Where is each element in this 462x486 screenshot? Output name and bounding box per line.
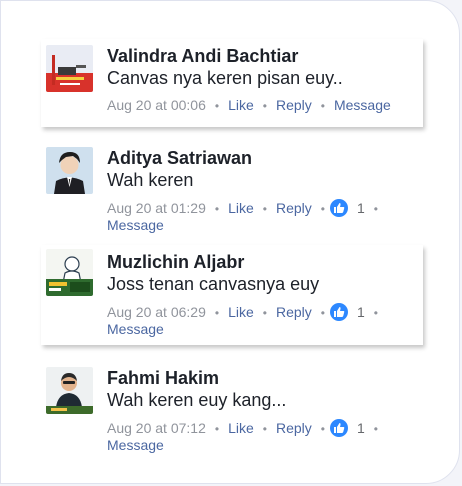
separator-dot: •: [373, 306, 378, 320]
separator-dot: •: [320, 99, 325, 113]
avatar[interactable]: [46, 249, 93, 296]
reply-link[interactable]: Reply: [276, 97, 312, 113]
comment-item: Valindra Andi Bachtiar Canvas nya keren …: [41, 39, 423, 127]
comment-text: Wah keren: [107, 170, 194, 190]
separator-dot: •: [214, 202, 220, 216]
comment-timestamp[interactable]: Aug 20 at 06:29: [107, 304, 206, 320]
separator-dot: •: [214, 422, 220, 436]
separator-dot: •: [214, 99, 220, 113]
separator-dot: •: [373, 202, 378, 216]
comment-item: Aditya Satriawan Wah keren Aug 20 at 01:…: [41, 141, 423, 241]
comment-actions: Aug 20 at 07:12 • Like • Reply • 1 • Message: [107, 419, 423, 453]
comment-actions: Aug 20 at 01:29 • Like • Reply • 1 • Message: [107, 199, 423, 233]
separator-dot: •: [214, 306, 220, 320]
reaction-count[interactable]: 1: [357, 304, 365, 320]
comment-text: Wah keren euy kang...: [107, 390, 287, 410]
comment-timestamp[interactable]: Aug 20 at 01:29: [107, 200, 206, 216]
message-link[interactable]: Message: [107, 217, 164, 233]
avatar[interactable]: [46, 367, 93, 414]
thumbs-up-icon[interactable]: [329, 303, 348, 321]
reply-link[interactable]: Reply: [276, 420, 312, 436]
message-link[interactable]: Message: [334, 97, 391, 113]
separator-dot: •: [320, 306, 325, 320]
comment-item: Fahmi Hakim Wah keren euy kang... Aug 20…: [41, 361, 423, 461]
thumbs-up-icon[interactable]: [329, 419, 348, 437]
comment-author[interactable]: Aditya Satriawan: [107, 148, 252, 169]
comment-author[interactable]: Muzlichin Aljabr: [107, 252, 244, 273]
comment-timestamp[interactable]: Aug 20 at 00:06: [107, 97, 206, 113]
comment-author[interactable]: Fahmi Hakim: [107, 368, 219, 389]
like-link[interactable]: Like: [228, 304, 254, 320]
message-link[interactable]: Message: [107, 321, 164, 337]
comment-item: Muzlichin Aljabr Joss tenan canvasnya eu…: [41, 245, 423, 345]
comment-text: Canvas nya keren pisan euy..: [107, 68, 343, 88]
message-link[interactable]: Message: [107, 437, 164, 453]
separator-dot: •: [262, 306, 267, 320]
comment-timestamp[interactable]: Aug 20 at 07:12: [107, 420, 206, 436]
separator-dot: •: [262, 202, 267, 216]
like-link[interactable]: Like: [228, 420, 254, 436]
comment-actions: Aug 20 at 00:06 • Like • Reply • Message: [107, 97, 423, 114]
reply-link[interactable]: Reply: [276, 304, 312, 320]
separator-dot: •: [262, 422, 267, 436]
separator-dot: •: [373, 422, 378, 436]
thumbs-up-icon[interactable]: [329, 199, 348, 217]
profile-photo-icon: [46, 147, 93, 194]
separator-dot: •: [320, 202, 325, 216]
avatar[interactable]: [46, 45, 93, 92]
separator-dot: •: [262, 99, 267, 113]
profile-photo-icon: [46, 45, 93, 92]
profile-photo-icon: [46, 367, 93, 414]
separator-dot: •: [320, 422, 325, 436]
profile-photo-icon: [46, 249, 93, 296]
comment-author[interactable]: Valindra Andi Bachtiar: [107, 46, 298, 67]
avatar[interactable]: [46, 147, 93, 194]
comment-actions: Aug 20 at 06:29 • Like • Reply • 1 • Message: [107, 303, 423, 337]
reaction-count[interactable]: 1: [357, 420, 365, 436]
reaction-count[interactable]: 1: [357, 200, 365, 216]
like-link[interactable]: Like: [228, 200, 254, 216]
comments-panel: Valindra Andi Bachtiar Canvas nya keren …: [0, 0, 460, 484]
like-link[interactable]: Like: [228, 97, 254, 113]
comment-text: Joss tenan canvasnya euy: [107, 274, 320, 294]
reply-link[interactable]: Reply: [276, 200, 312, 216]
